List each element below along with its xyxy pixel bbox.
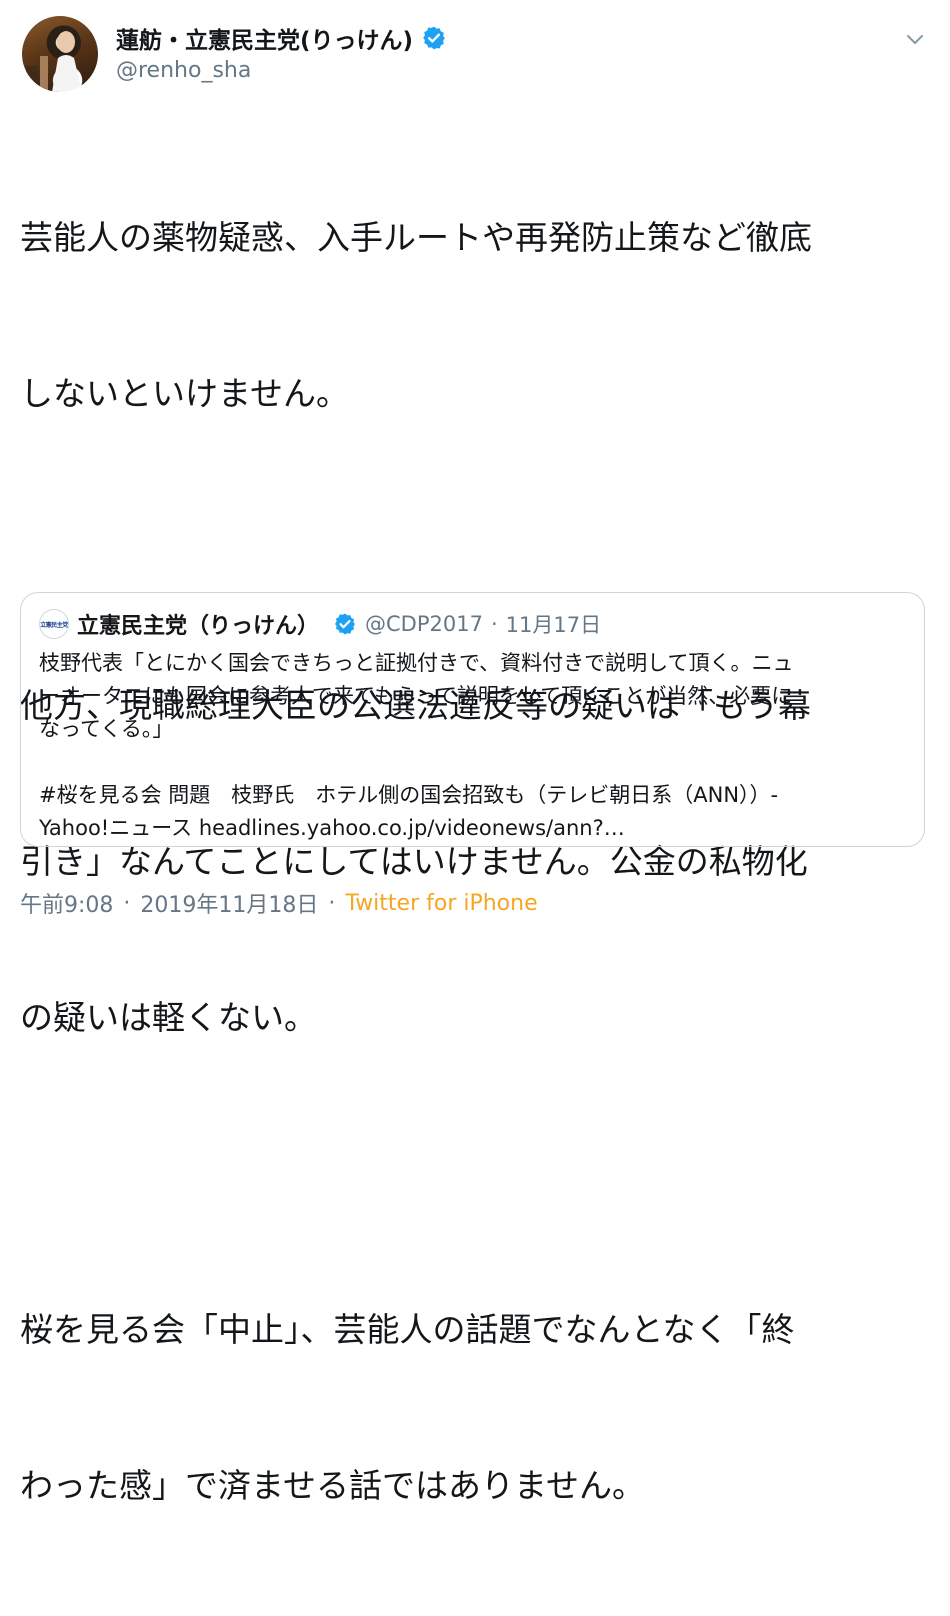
tweet-time[interactable]: 午前9:08 — [20, 887, 113, 919]
quoted-tweet-card[interactable]: 立憲民主党 立憲民主党（りっけん） @CDP2017 · 11月17日 枝野代表… — [20, 592, 925, 847]
quoted-date: 11月17日 — [505, 613, 602, 637]
tweet-line: の疑いは軽くない。 — [20, 998, 317, 1037]
author-avatar[interactable] — [22, 16, 98, 92]
tweet-source-link[interactable]: Twitter for iPhone — [345, 891, 537, 916]
quoted-line: Yahoo!ニュース headlines.yahoo.co.jp/videone… — [39, 816, 625, 840]
author-handle[interactable]: @renho_sha — [116, 58, 251, 83]
tweet-line: 芸能人の薬物疑惑、入手ルートや再発防止策など徹底 — [20, 218, 812, 257]
tweet: 蓮舫・立憲民主党(りっけん) @renho_sha 芸能人の薬物疑惑、入手ルート… — [0, 0, 950, 1505]
quoted-tweet-text: 枝野代表「とにかく国会できちっと証拠付きで、資料付きで説明して頂く。ニュ ーオー… — [39, 647, 909, 845]
quoted-avatar-logo-text: 立憲民主党 — [40, 621, 68, 629]
meta-separator: · — [123, 890, 131, 916]
quoted-line: #桜を見る会 問題 枝野氏 ホテル側の国会招致も（テレビ朝日系（ANN））‐ — [39, 783, 779, 807]
tweet-line: 桜を見る会「中止」、芸能人の話題でなんとなく「終 — [20, 1310, 795, 1349]
quoted-author-name: 立憲民主党（りっけん） — [77, 614, 320, 639]
chevron-down-icon[interactable] — [904, 28, 926, 50]
quoted-separator: · — [490, 612, 498, 636]
author-name-row: 蓮舫・立憲民主党(りっけん) — [116, 20, 447, 56]
quoted-line: 枝野代表「とにかく国会できちっと証拠付きで、資料付きで説明して頂く。ニュ — [39, 651, 794, 675]
tweet-date[interactable]: 2019年11月18日 — [140, 887, 318, 919]
quoted-tweet-header: 立憲民主党 立憲民主党（りっけん） @CDP2017 · 11月17日 — [39, 607, 601, 641]
tweet-header: 蓮舫・立憲民主党(りっけん) @renho_sha — [20, 14, 930, 94]
verified-badge-icon — [333, 612, 357, 636]
verified-badge-icon — [421, 25, 447, 51]
tweet-line: しないといけません。 — [20, 374, 350, 413]
quoted-line: ーオータニにも国会に参考人で来てもらって説明をして頂くことが当然、必要に — [39, 684, 793, 708]
quoted-line: なってくる。」 — [39, 717, 174, 741]
quoted-author-avatar: 立憲民主党 — [39, 609, 69, 639]
tweet-text: 芸能人の薬物疑惑、入手ルートや再発防止策など徹底 しないといけません。 他方、現… — [20, 108, 920, 1616]
author-display-name[interactable]: 蓮舫・立憲民主党(りっけん) — [116, 21, 413, 55]
tweet-line: わった感」で済ませる話ではありません。 — [20, 1466, 646, 1505]
meta-separator: · — [328, 890, 336, 916]
quoted-author-handle: @CDP2017 — [365, 612, 483, 636]
tweet-meta: 午前9:08 · 2019年11月18日 · Twitter for iPhon… — [20, 886, 538, 920]
